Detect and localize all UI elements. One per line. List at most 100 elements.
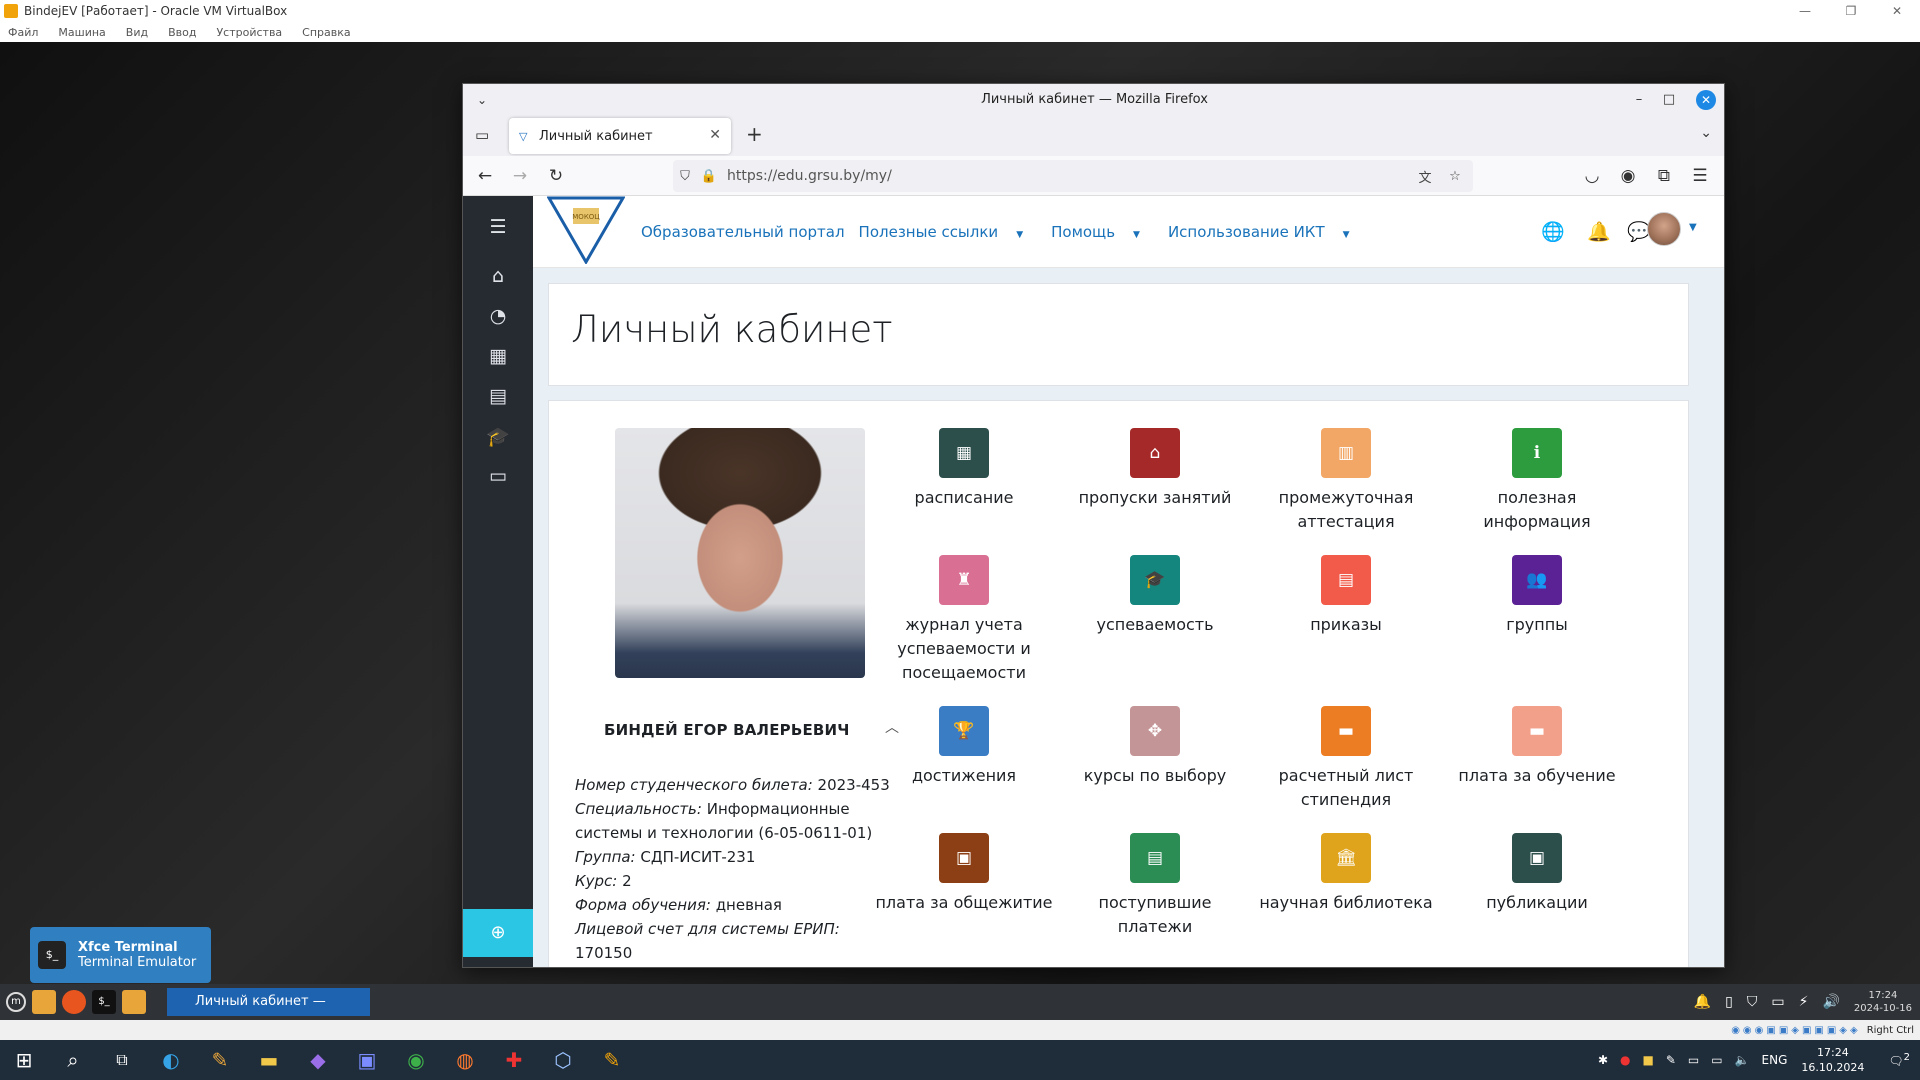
tile-5[interactable]: 🎓 успеваемость [1060,555,1250,637]
menu-icon[interactable]: ☰ [1686,162,1714,190]
explorer-icon[interactable]: ▬ [249,1040,289,1080]
tile-9[interactable]: ✥ курсы по выбору [1060,706,1250,788]
guest-clock[interactable]: 17:24 2024-10-16 [1854,989,1912,1015]
vbox-device-icons[interactable]: ◉◉◉▣▣◈▣▣▣◈◈ [1731,1025,1861,1036]
nav-portal[interactable]: Образовательный портал [641,223,845,241]
tray-app-icon[interactable]: ✱ [1598,1053,1608,1067]
virtualbox-icon[interactable]: ⬡ [543,1040,583,1080]
maximize-icon[interactable]: □ [1654,84,1684,116]
menu-view[interactable]: Вид [126,26,148,39]
nav-help[interactable]: Помощь ▼ [1051,223,1154,241]
folder-icon[interactable] [122,990,146,1014]
files-icon[interactable]: ▤ [463,385,533,407]
clipboard-icon[interactable]: ▯ [1725,994,1733,1010]
translate-icon[interactable]: 文 [1413,167,1437,186]
tray-app-icon[interactable]: ■ [1643,1053,1654,1067]
dashboard-icon[interactable]: ◔ [463,305,533,327]
language-globe-icon[interactable]: 🌐 [1541,220,1565,243]
edge-icon[interactable]: ◐ [151,1040,191,1080]
hamburger-icon[interactable]: ☰ [463,216,533,238]
list-all-tabs-icon[interactable]: ⌄ [1700,125,1712,141]
vm-app-icon[interactable]: ✎ [592,1040,632,1080]
shield-icon[interactable]: ⛉ [1747,994,1758,1010]
tile-13[interactable]: ▤ поступившие платежи [1060,833,1250,939]
tile-4[interactable]: ♜ журнал учета успеваемости и посещаемост… [869,555,1059,685]
reload-icon[interactable]: ↻ [542,162,570,190]
close-icon[interactable]: ✕ [1696,90,1716,110]
shield-icon[interactable]: ⛉ [673,169,697,184]
folder-icon[interactable]: ▭ [463,465,533,487]
tab-close-icon[interactable]: ✕ [709,127,721,143]
minimize-icon[interactable]: — [1782,0,1828,22]
display-icon[interactable]: ▭ [1771,994,1784,1010]
search-icon[interactable]: ⌕ [53,1040,93,1080]
nav-useful-links[interactable]: Полезные ссылки ▼ [859,223,1038,241]
nav-ict[interactable]: Использование ИКТ ▼ [1168,223,1364,241]
back-icon[interactable]: ← [471,162,499,190]
firefox-icon[interactable] [62,990,86,1014]
notification-bell-icon[interactable]: 🔔 [1694,994,1711,1010]
user-avatar[interactable] [1647,212,1681,246]
minimize-icon[interactable]: – [1624,84,1654,116]
chrome-icon[interactable]: ◉ [396,1040,436,1080]
tile-7[interactable]: 👥 группы [1442,555,1632,637]
language-indicator[interactable]: ENG [1762,1053,1788,1067]
tab-active[interactable]: ▽ Личный кабинет ✕ [509,118,731,154]
restore-icon[interactable]: ❐ [1828,0,1874,22]
battery-icon[interactable]: ▭ [1688,1053,1699,1067]
tile-2[interactable]: ▥ промежуточная аттестация [1251,428,1441,534]
new-tab-icon[interactable]: + [746,122,763,146]
url-bar[interactable]: ⛉ 🔒 https://edu.grsu.by/my/ 文 ☆ [673,160,1473,192]
menu-devices[interactable]: Устройства [216,26,282,39]
volume-icon[interactable]: 🔊 [1822,994,1839,1010]
windows-start-icon[interactable]: ⊞ [4,1040,44,1080]
power-icon[interactable]: ⚡ [1799,994,1809,1010]
pen-icon[interactable]: ✎ [1666,1053,1676,1067]
tile-0[interactable]: ▦ расписание [869,428,1059,510]
window-menu-icon[interactable]: ⌄ [477,84,487,116]
notification-center-icon[interactable]: 🗨2 [1888,1052,1910,1068]
tile-3[interactable]: ℹ полезная информация [1442,428,1632,534]
files-icon[interactable] [32,990,56,1014]
app-icon[interactable]: ✎ [200,1040,240,1080]
extensions-icon[interactable]: ⧉ [1650,162,1678,190]
save-icon[interactable]: ▣ [347,1040,387,1080]
url-text[interactable]: https://edu.grsu.by/my/ [727,168,892,184]
tile-14[interactable]: 🏛 научная библиотека [1251,833,1441,915]
warning-icon[interactable]: ● [1620,1053,1630,1067]
visual-studio-icon[interactable]: ◆ [298,1040,338,1080]
speaker-icon[interactable]: 🔈 [1735,1053,1750,1067]
bookmark-star-icon[interactable]: ☆ [1443,169,1467,184]
task-view-icon[interactable]: ⧉ [102,1040,142,1080]
courses-icon[interactable]: 🎓 [463,425,533,448]
notifications-bell-icon[interactable]: 🔔 [1587,220,1611,243]
menu-file[interactable]: Файл [8,26,38,39]
close-icon[interactable]: ✕ [1874,0,1920,22]
mint-menu-icon[interactable]: m [6,992,26,1012]
terminal-icon[interactable]: $_ [92,990,116,1014]
forward-icon[interactable]: → [506,162,534,190]
menu-help[interactable]: Справка [302,26,350,39]
firefox-icon[interactable]: ◍ [445,1040,485,1080]
app-red-icon[interactable]: ✚ [494,1040,534,1080]
pocket-icon[interactable]: ◡ [1578,162,1606,190]
tile-1[interactable]: ⌂ пропуски занятий [1060,428,1250,510]
account-icon[interactable]: ◉ [1614,162,1642,190]
tile-15[interactable]: ▣ публикации [1442,833,1632,915]
home-icon[interactable]: ⌂ [463,265,533,287]
network-icon[interactable]: ▭ [1711,1053,1722,1067]
terminal-notification[interactable]: $_ Xfce Terminal Terminal Emulator [30,927,211,983]
tile-8[interactable]: 🏆 достижения [869,706,1059,788]
taskbar-firefox-task[interactable]: Личный кабинет — Mozill... [167,988,370,1037]
user-menu-caret-icon[interactable]: ▼ [1689,222,1697,233]
menu-input[interactable]: Ввод [168,26,196,39]
tile-12[interactable]: ▣ плата за общежитие [869,833,1059,915]
accessibility-icon[interactable]: ⊕ [463,909,533,957]
tile-10[interactable]: ▬ расчетный лист стипендия [1251,706,1441,812]
site-logo[interactable]: МОКОЦ [547,196,625,264]
menu-machine[interactable]: Машина [58,26,105,39]
tab-list-icon[interactable]: ▭ [475,126,489,144]
host-clock[interactable]: 17:24 16.10.2024 [1801,1045,1864,1075]
tile-6[interactable]: ▤ приказы [1251,555,1441,637]
calendar-icon[interactable]: ▦ [463,345,533,367]
